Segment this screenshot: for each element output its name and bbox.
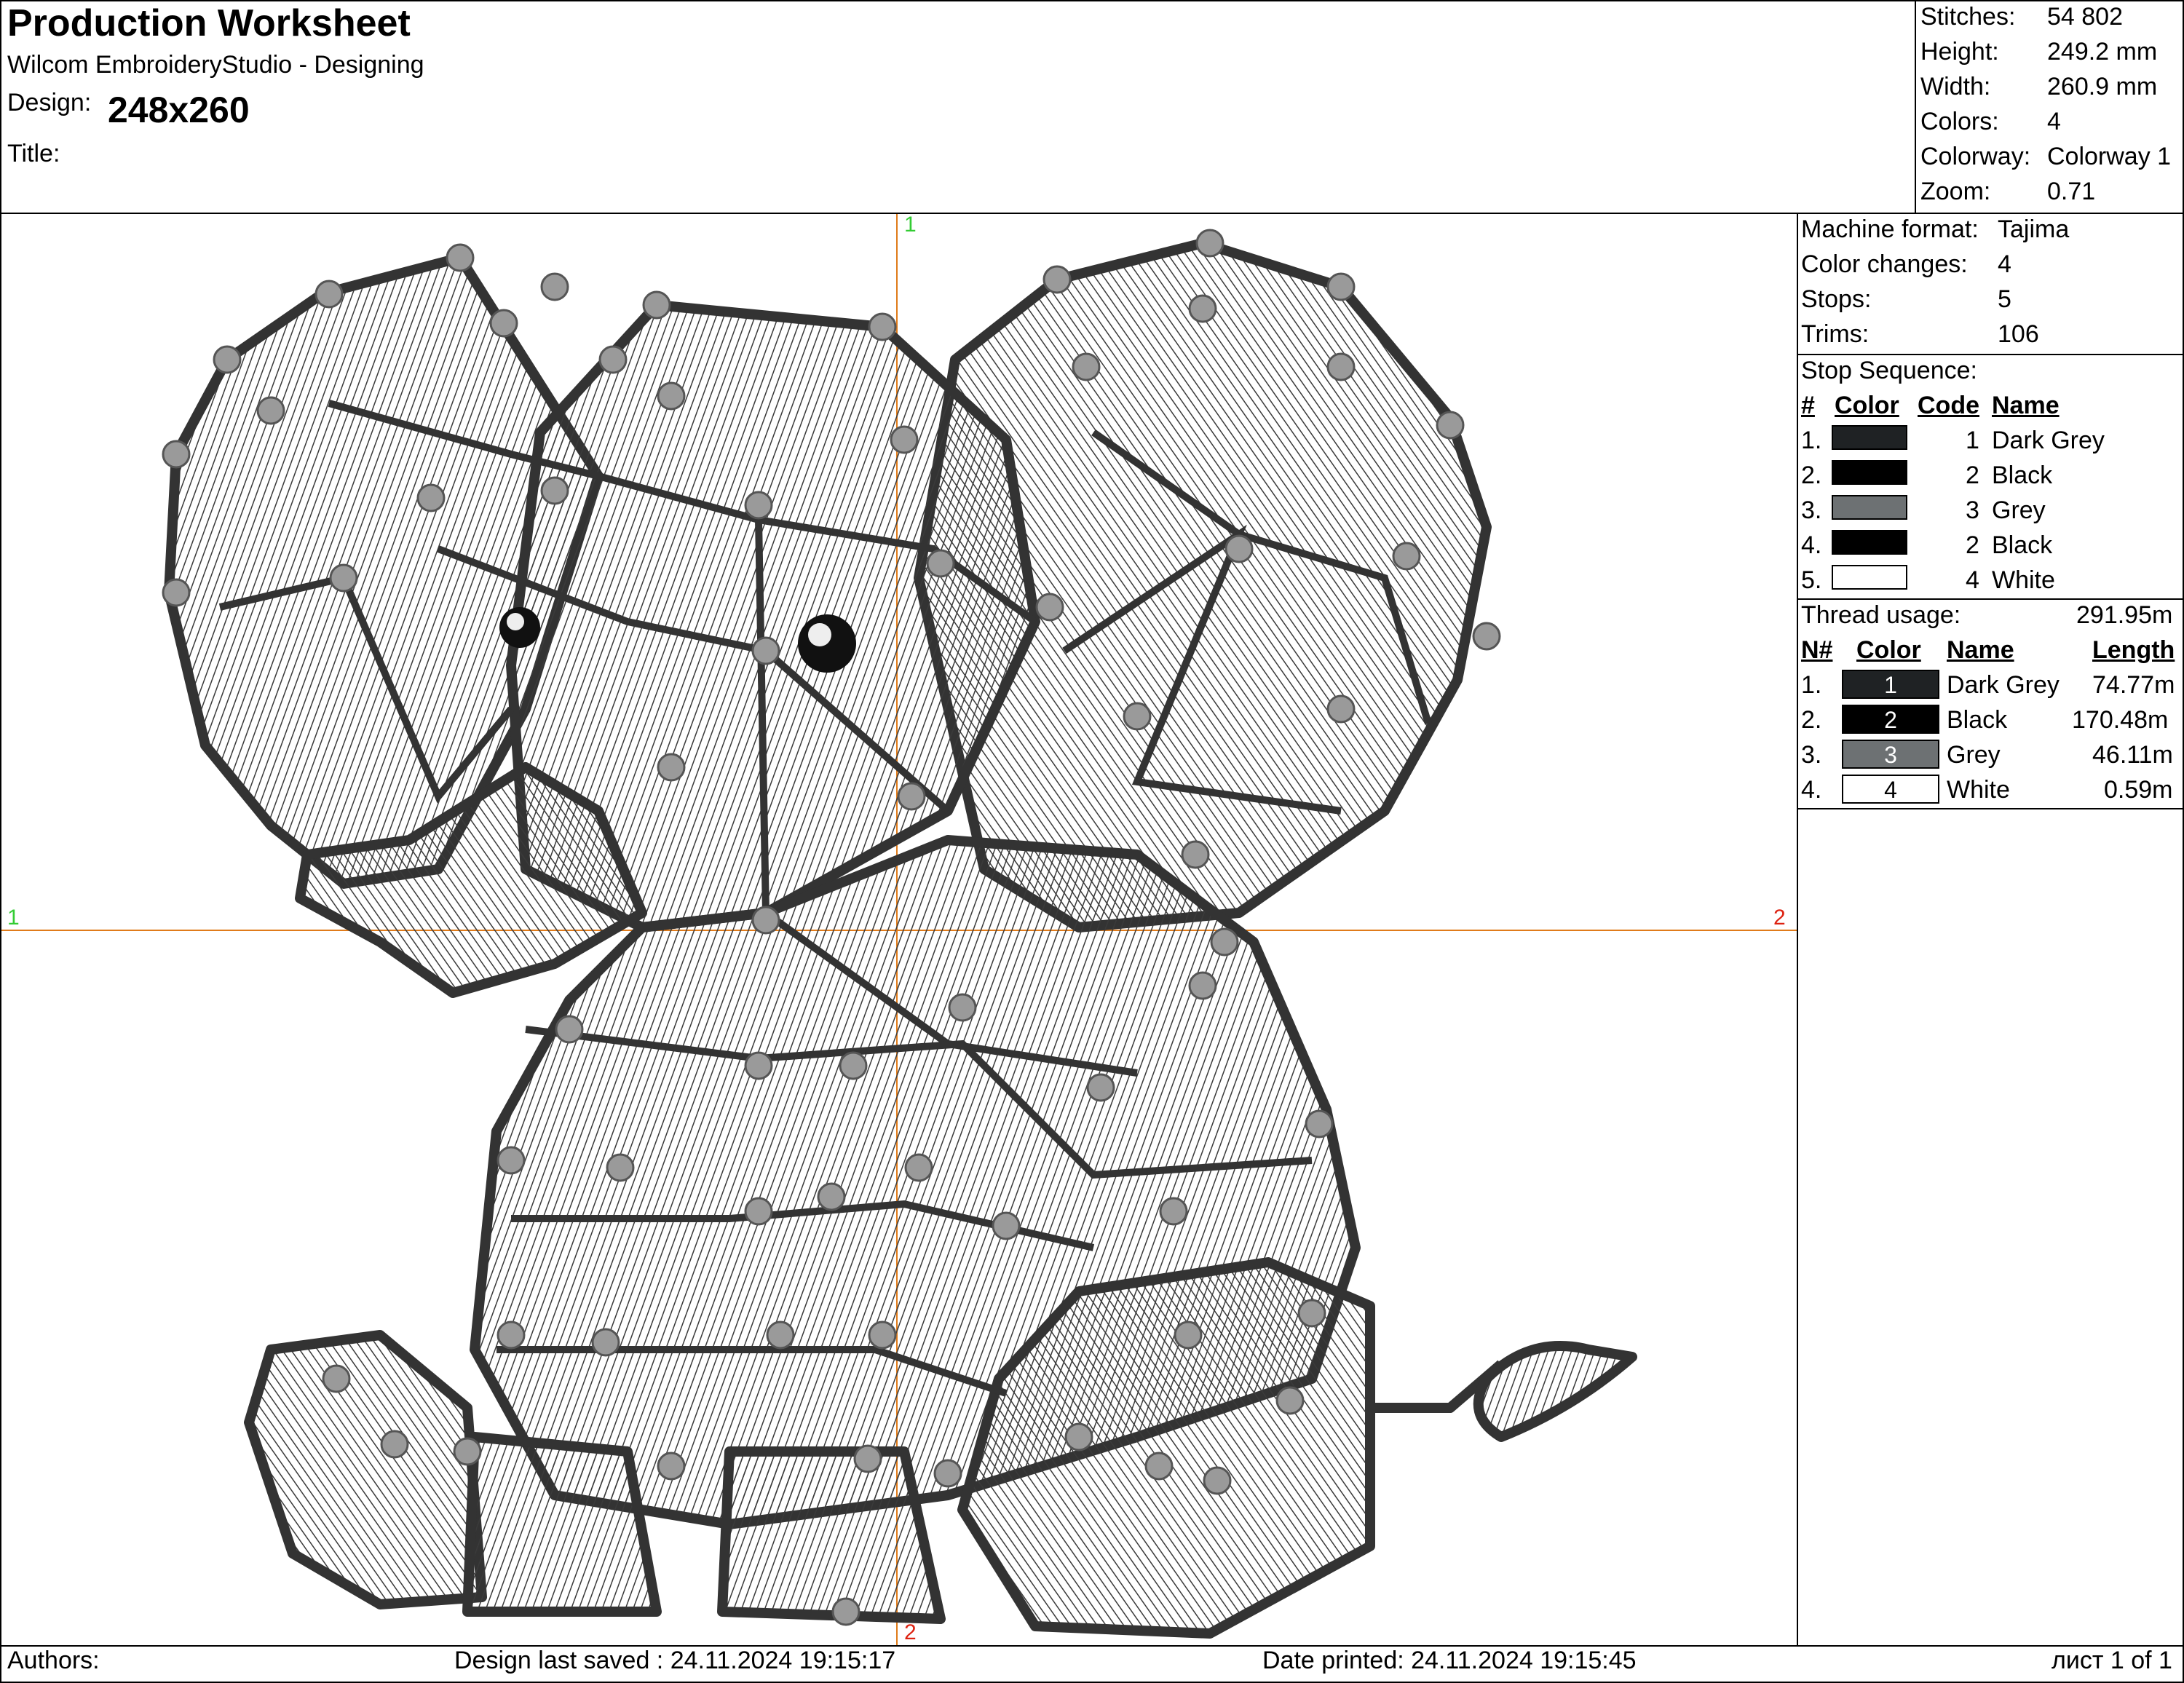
- row-length: 170.48m: [2072, 706, 2169, 734]
- stat-value: 249.2 mm: [2047, 38, 2158, 66]
- row-num: 5.: [1801, 566, 1822, 594]
- thread-usage-total: 291.95m: [2076, 601, 2173, 629]
- row-code: 1: [1966, 427, 1979, 454]
- row-name: Black: [1992, 462, 2053, 489]
- col-header-num: N#: [1801, 636, 1833, 664]
- guide-label-bottom: 2: [904, 1620, 917, 1644]
- row-name: Grey: [1947, 741, 2001, 769]
- page-title: Production Worksheet: [7, 2, 411, 44]
- color-swatch: 1: [1842, 670, 1939, 699]
- color-swatch: 4: [1842, 775, 1939, 804]
- col-header-code: Code: [1918, 392, 1979, 419]
- machine-label: Stops:: [1801, 285, 1872, 313]
- color-swatch: [1832, 495, 1907, 520]
- design-canvas: [1, 214, 1797, 1645]
- row-name: Black: [1992, 531, 2053, 559]
- row-num: 1.: [1801, 427, 1822, 454]
- guide-label-right: 2: [1773, 906, 1786, 930]
- color-swatch: [1832, 565, 1907, 590]
- col-header-color: Color: [1835, 392, 1899, 419]
- guide-label-top: 1: [904, 213, 917, 237]
- authors-label: Authors:: [7, 1647, 100, 1674]
- machine-label: Trims:: [1801, 320, 1870, 348]
- date-printed: Date printed: 24.11.2024 19:15:45: [1262, 1647, 1637, 1674]
- color-swatch: 3: [1842, 740, 1939, 769]
- row-name: Grey: [1992, 496, 2046, 524]
- row-name: White: [1992, 566, 2055, 594]
- stat-label: Stitches:: [1920, 3, 2016, 31]
- machine-value: Tajima: [1998, 215, 2070, 243]
- design-label: Design:: [7, 89, 92, 116]
- guide-label-left: 1: [7, 906, 20, 930]
- color-swatch: [1832, 530, 1907, 555]
- col-header-color: Color: [1856, 636, 1921, 664]
- row-num: 2.: [1801, 706, 1822, 734]
- col-header-length: Length: [2092, 636, 2175, 664]
- machine-label: Machine format:: [1801, 215, 1979, 243]
- row-length: 46.11m: [2092, 741, 2173, 769]
- divider: [1797, 598, 2184, 600]
- thread-usage-title: Thread usage:: [1801, 601, 1961, 629]
- row-num: 4.: [1801, 776, 1822, 804]
- color-swatch: 2: [1842, 705, 1939, 734]
- row-name: Black: [1947, 706, 2008, 734]
- stop-sequence-title: Stop Sequence:: [1801, 357, 1977, 384]
- row-name: White: [1947, 776, 2010, 804]
- row-length: 0.59m: [2104, 776, 2173, 804]
- col-header-name: Name: [1947, 636, 2014, 664]
- software-name: Wilcom EmbroideryStudio - Designing: [7, 51, 424, 79]
- row-num: 3.: [1801, 496, 1822, 524]
- col-header-num: #: [1801, 392, 1815, 419]
- machine-value: 106: [1998, 320, 2039, 348]
- col-header-name: Name: [1992, 392, 2060, 419]
- stat-label: Width:: [1920, 73, 1991, 100]
- machine-value: 5: [1998, 285, 2011, 313]
- row-length: 74.77m: [2092, 671, 2175, 699]
- row-num: 1.: [1801, 671, 1822, 699]
- stat-label: Colors:: [1920, 108, 1999, 135]
- stat-label: Height:: [1920, 38, 1999, 66]
- row-code: 4: [1966, 566, 1979, 594]
- row-num: 3.: [1801, 741, 1822, 769]
- stat-value: 260.9 mm: [2047, 73, 2158, 100]
- footer-bar: [0, 1645, 2184, 1683]
- row-code: 2: [1966, 462, 1979, 489]
- row-num: 4.: [1801, 531, 1822, 559]
- design-value: 248x260: [108, 90, 250, 130]
- stat-value: 54 802: [2047, 3, 2123, 31]
- divider: [1797, 354, 2184, 355]
- color-swatch: [1832, 460, 1907, 485]
- row-name: Dark Grey: [1947, 671, 2060, 699]
- row-code: 2: [1966, 531, 1979, 559]
- design-last-saved: Design last saved : 24.11.2024 19:15:17: [454, 1647, 896, 1674]
- stat-label: Colorway:: [1920, 143, 2031, 170]
- divider: [1797, 808, 2184, 809]
- stat-label: Zoom:: [1920, 178, 1991, 205]
- machine-label: Color changes:: [1801, 250, 1968, 278]
- color-swatch: [1832, 425, 1907, 450]
- stat-value: Colorway 1: [2047, 143, 2172, 170]
- stat-value: 4: [2047, 108, 2061, 135]
- row-code: 3: [1966, 496, 1979, 524]
- row-num: 2.: [1801, 462, 1822, 489]
- row-name: Dark Grey: [1992, 427, 2105, 454]
- page-number: лист 1 of 1: [2052, 1647, 2172, 1674]
- machine-value: 4: [1998, 250, 2011, 278]
- stat-value: 0.71: [2047, 178, 2096, 205]
- title-label: Title:: [7, 140, 60, 167]
